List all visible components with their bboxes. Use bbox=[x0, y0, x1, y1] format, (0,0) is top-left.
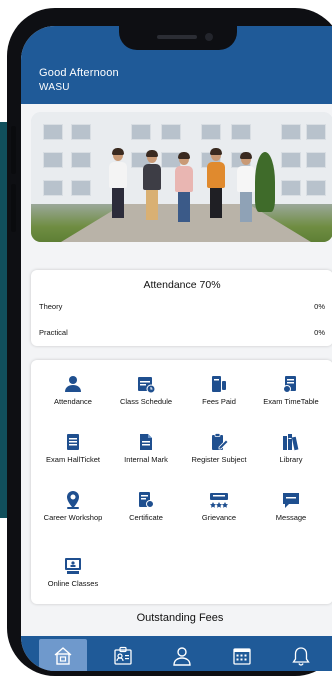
attendance-row-theory: Theory 0% bbox=[39, 302, 325, 311]
phone-frame: Good Afternoon WASU Attendance 70% Theor… bbox=[7, 8, 332, 676]
menu-item-fees-paid[interactable]: Fees Paid bbox=[181, 374, 257, 406]
menu-item-certificate[interactable]: Certificate bbox=[108, 490, 184, 522]
volume-down-button bbox=[11, 184, 16, 232]
tree-illustration bbox=[255, 152, 275, 212]
app-screen: Good Afternoon WASU Attendance 70% Theor… bbox=[21, 26, 332, 671]
chat-icon bbox=[283, 493, 299, 508]
edit-clipboard-icon bbox=[212, 433, 229, 450]
bell-icon bbox=[292, 647, 310, 666]
attendance-row-practical: Practical 0% bbox=[39, 328, 325, 337]
document-icon bbox=[140, 434, 152, 450]
menu-label: Certificate bbox=[129, 513, 163, 522]
home-icon bbox=[54, 647, 72, 665]
greeting-text: Good Afternoon bbox=[39, 67, 119, 79]
calendar-clock-icon bbox=[138, 377, 156, 394]
attendance-title: Attendance 70% bbox=[143, 279, 221, 291]
online-class-icon bbox=[65, 558, 81, 574]
menu-label: Grievance bbox=[201, 513, 237, 522]
hallticket-icon bbox=[67, 434, 79, 450]
menu-grid: Attendance Class Schedule Fees Paid Exam… bbox=[31, 360, 332, 604]
rating-stars-icon bbox=[210, 493, 228, 508]
menu-item-message[interactable]: Message bbox=[253, 490, 329, 522]
menu-item-online-classes[interactable]: Online Classes bbox=[35, 556, 111, 588]
nav-profile[interactable] bbox=[158, 639, 206, 671]
attendance-card[interactable]: Attendance 70% Theory 0% Practical 0% bbox=[31, 270, 332, 346]
calendar-icon bbox=[232, 648, 251, 665]
outstanding-fees-heading: Outstanding Fees bbox=[136, 612, 224, 624]
menu-item-attendance[interactable]: Attendance bbox=[35, 374, 111, 406]
menu-item-internal-mark[interactable]: Internal Mark bbox=[108, 432, 184, 464]
menu-label: Attendance bbox=[54, 397, 92, 406]
menu-label: Online Classes bbox=[47, 579, 99, 588]
attendance-label: Theory bbox=[39, 302, 63, 311]
menu-label: Library bbox=[279, 455, 303, 464]
person-icon bbox=[65, 376, 81, 392]
students-photo bbox=[31, 112, 332, 242]
nav-id-card[interactable] bbox=[99, 639, 147, 671]
student-figure bbox=[175, 152, 193, 222]
student-figure bbox=[237, 152, 255, 222]
attendance-value: 0% bbox=[314, 328, 325, 337]
student-figure bbox=[109, 148, 127, 218]
id-card-icon bbox=[113, 646, 132, 665]
attendance-value: 0% bbox=[314, 302, 325, 311]
profile-icon bbox=[173, 647, 191, 666]
notch bbox=[119, 26, 237, 50]
nav-home[interactable] bbox=[39, 639, 87, 671]
menu-item-grievance[interactable]: Grievance bbox=[181, 490, 257, 522]
menu-item-exam-timetable[interactable]: Exam TimeTable bbox=[253, 374, 329, 406]
camera-icon bbox=[205, 33, 213, 41]
menu-label: Fees Paid bbox=[202, 397, 236, 406]
menu-label: Class Schedule bbox=[119, 397, 173, 406]
exam-timetable-icon bbox=[283, 376, 296, 393]
nav-notifications[interactable] bbox=[277, 639, 325, 671]
volume-up-button bbox=[11, 126, 16, 174]
speaker-icon bbox=[157, 35, 197, 39]
books-icon bbox=[283, 434, 299, 451]
certificate-icon bbox=[139, 492, 154, 508]
student-figure bbox=[207, 148, 225, 218]
menu-item-career-workshop[interactable]: Career Workshop bbox=[35, 490, 111, 522]
menu-label: Message bbox=[275, 513, 307, 522]
menu-item-class-schedule[interactable]: Class Schedule bbox=[108, 374, 184, 406]
menu-label: Internal Mark bbox=[124, 455, 168, 464]
menu-label: Career Workshop bbox=[43, 513, 103, 522]
username-text: WASU bbox=[39, 82, 70, 93]
location-pin-icon bbox=[67, 491, 79, 509]
attendance-label: Practical bbox=[39, 328, 68, 337]
menu-item-register-subject[interactable]: Register Subject bbox=[181, 432, 257, 464]
nav-calendar[interactable] bbox=[218, 639, 266, 671]
menu-label: Register Subject bbox=[191, 455, 247, 464]
menu-item-exam-hallticket[interactable]: Exam HallTicket bbox=[35, 432, 111, 464]
fees-icon bbox=[212, 376, 226, 392]
menu-label: Exam TimeTable bbox=[263, 397, 319, 406]
menu-label: Exam HallTicket bbox=[46, 455, 100, 464]
menu-item-library[interactable]: Library bbox=[253, 432, 329, 464]
student-figure bbox=[143, 150, 161, 220]
bottom-nav bbox=[21, 636, 332, 671]
